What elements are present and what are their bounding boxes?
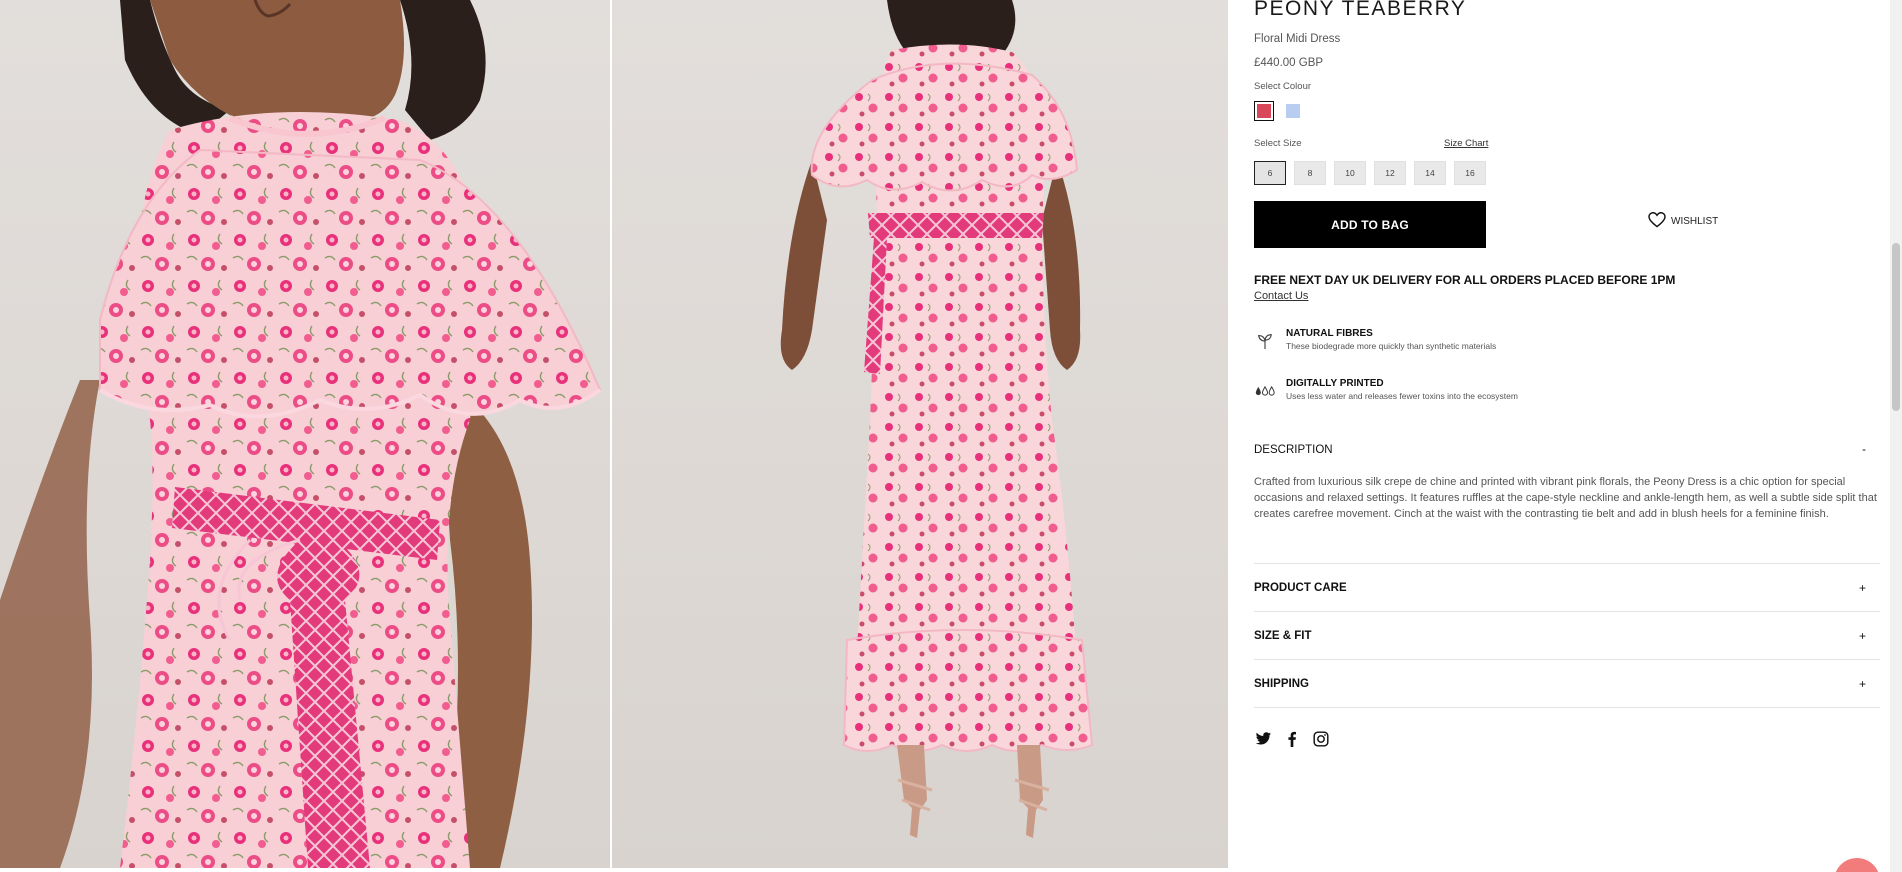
size-option-8[interactable]: 8 [1294,161,1326,185]
expand-icon: + [1858,580,1866,595]
product-details-panel: PEONY TEABERRY Floral Midi Dress £440.00… [1254,0,1880,872]
product-brand: PEONY TEABERRY [1254,0,1467,20]
feature-description: These biodegrade more quickly than synth… [1286,341,1497,351]
size-option-6[interactable]: 6 [1254,161,1286,185]
feature-natural-fibres: NATURAL FIBRES These biodegrade more qui… [1254,328,1496,353]
twitter-icon[interactable] [1254,730,1272,748]
accordion-title: SHIPPING [1254,677,1309,690]
add-to-bag-button[interactable]: ADD TO BAG [1254,201,1486,248]
product-price: £440.00 GBP [1254,57,1324,69]
size-option-12[interactable]: 12 [1374,161,1406,185]
plant-icon [1254,330,1276,352]
accordion-title: SIZE & FIT [1254,629,1312,642]
accordion-product-care[interactable]: PRODUCT CARE + [1254,563,1880,611]
select-colour-label: Select Colour [1254,81,1312,92]
instagram-icon[interactable] [1312,730,1330,748]
colour-swatches [1254,101,1303,121]
product-image-back-full[interactable] [612,0,1228,868]
contact-us-link[interactable]: Contact Us [1254,290,1308,302]
facebook-icon[interactable] [1283,730,1301,748]
size-options: 6 8 10 12 14 16 [1254,161,1486,185]
feature-digitally-printed: DIGITALLY PRINTED Uses less water and re… [1254,378,1518,403]
delivery-banner: FREE NEXT DAY UK DELIVERY FOR ALL ORDERS… [1254,273,1676,287]
dress-back-illustration [780,0,1094,838]
feature-title: DIGITALLY PRINTED [1286,378,1384,389]
expand-icon: + [1858,676,1866,691]
select-size-label: Select Size [1254,138,1302,149]
water-drops-icon [1254,380,1276,402]
wishlist-button[interactable]: WISHLIST [1648,211,1719,231]
scrollbar-thumb[interactable] [1892,243,1900,411]
accordion-size-fit[interactable]: SIZE & FIT + [1254,611,1880,659]
heart-icon [1648,211,1666,231]
description-accordion-header[interactable]: DESCRIPTION - [1254,444,1880,456]
product-name: Floral Midi Dress [1254,33,1341,45]
product-gallery [0,0,1228,868]
accordion-title: PRODUCT CARE [1254,581,1347,594]
size-option-10[interactable]: 10 [1334,161,1366,185]
description-body: Crafted from luxurious silk crepe de chi… [1254,476,1877,520]
size-option-14[interactable]: 14 [1414,161,1446,185]
size-option-16[interactable]: 16 [1454,161,1486,185]
colour-swatch-light-blue[interactable] [1283,101,1303,121]
wishlist-label: WISHLIST [1671,216,1719,227]
dress-front-illustration [0,0,602,868]
accordion-shipping[interactable]: SHIPPING + [1254,659,1880,707]
feature-description: Uses less water and releases fewer toxin… [1286,391,1518,401]
accordion-divider [1254,707,1880,708]
collapse-icon: - [1862,444,1866,456]
size-chart-link[interactable]: Size Chart [1444,138,1488,149]
description-title: DESCRIPTION [1254,444,1333,456]
product-image-front-closeup[interactable] [0,0,610,868]
social-links [1254,730,1330,748]
expand-icon: + [1858,628,1866,643]
page-scrollbar[interactable] [1890,0,1902,872]
feature-title: NATURAL FIBRES [1286,328,1373,339]
colour-swatch-red-pink[interactable] [1254,101,1274,121]
